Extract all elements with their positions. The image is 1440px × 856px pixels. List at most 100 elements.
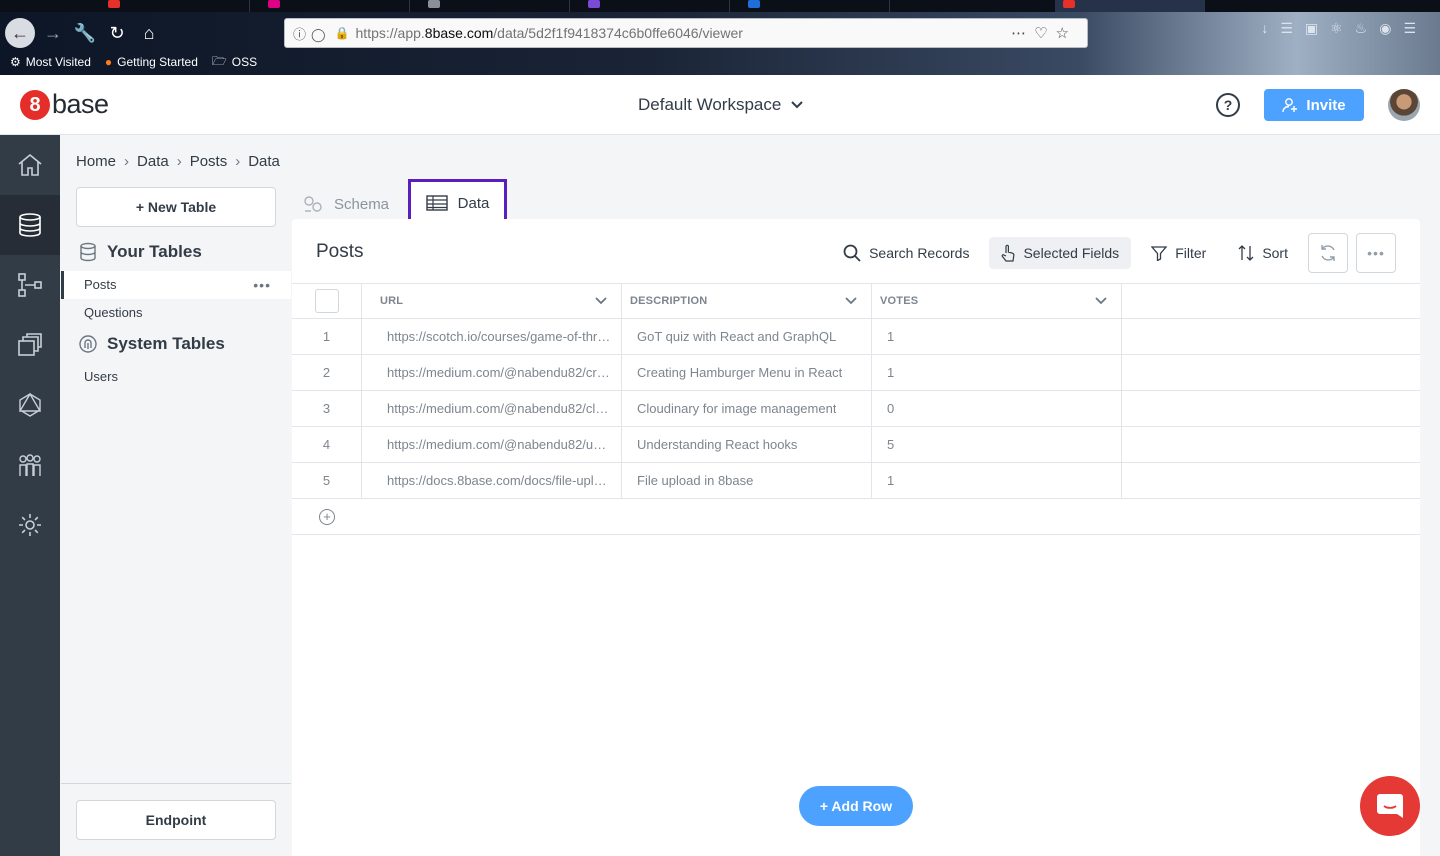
description-cell[interactable]: Cloudinary for image management	[622, 391, 872, 426]
help-button[interactable]: ?	[1216, 93, 1240, 117]
more-actions-button[interactable]: •••	[1356, 233, 1396, 273]
page-actions-icon[interactable]: ⋯♡☆	[1011, 24, 1077, 42]
inline-add-row[interactable]: +	[292, 499, 1420, 535]
browser-toolbar-icons[interactable]: ↓☰▣⚛♨◉☰	[1261, 20, 1428, 37]
column-header-url[interactable]: URL	[362, 284, 622, 318]
select-all-cell	[292, 284, 362, 318]
sort-button[interactable]: Sort	[1226, 237, 1300, 269]
rail-data[interactable]	[0, 195, 60, 255]
table-icon	[425, 195, 448, 211]
row-number: 4	[292, 427, 362, 462]
url-text: https://app.8base.com/data/5d2f1f9418374…	[355, 25, 743, 41]
table-row[interactable]: 1 https://scotch.io/courses/game-of-thro…	[292, 319, 1420, 355]
empty-cell	[1122, 391, 1420, 426]
row-number: 3	[292, 391, 362, 426]
table-row[interactable]: 3 https://medium.com/@nabendu82/cloudina…	[292, 391, 1420, 427]
votes-cell[interactable]: 5	[872, 427, 1122, 462]
table-row[interactable]: 5 https://docs.8base.com/docs/file-uploa…	[292, 463, 1420, 499]
bookmark-oss[interactable]: 🗁 OSS	[212, 52, 257, 73]
table-row[interactable]: 2 https://medium.com/@nabendu82/creating…	[292, 355, 1420, 391]
empty-cell	[1122, 427, 1420, 462]
invite-button[interactable]: Invite	[1264, 89, 1364, 121]
home-button[interactable]: ⌂	[134, 18, 164, 48]
plus-circle-icon[interactable]: +	[319, 508, 335, 525]
row-number: 2	[292, 355, 362, 390]
tables-panel: + New Table Your Tables Posts ••• Questi…	[61, 180, 291, 856]
chevron-right-icon: ›	[176, 153, 182, 170]
votes-cell[interactable]: 1	[872, 355, 1122, 390]
new-table-button[interactable]: + New Table	[76, 187, 276, 227]
table-item-questions[interactable]: Questions	[61, 299, 291, 327]
bookmarks-bar: ⚙ Most Visited ● Getting Started 🗁 OSS	[10, 53, 257, 71]
refresh-button[interactable]	[1308, 233, 1348, 273]
breadcrumb-posts[interactable]: Posts	[190, 153, 228, 170]
browser-tabstrip	[0, 0, 1440, 12]
votes-cell[interactable]: 0	[872, 391, 1122, 426]
chat-launcher-button[interactable]	[1360, 776, 1420, 836]
url-bar[interactable]: ⓘ◯ 🔒 https://app.8base.com/data/5d2f1f94…	[284, 18, 1088, 48]
description-cell[interactable]: GoT quiz with React and GraphQL	[622, 319, 872, 354]
browser-tab[interactable]	[100, 0, 250, 12]
rail-environments[interactable]	[0, 315, 60, 375]
select-all-checkbox[interactable]	[314, 289, 339, 313]
wrench-icon[interactable]: 🔧	[70, 18, 100, 48]
bookmark-getting-started[interactable]: ● Getting Started	[105, 55, 198, 69]
firefox-icon: ●	[104, 55, 113, 69]
browser-tab-active[interactable]	[1055, 0, 1205, 12]
empty-cell	[1122, 319, 1420, 354]
chevron-down-icon[interactable]	[1095, 297, 1107, 305]
column-header-description[interactable]: DESCRIPTION	[622, 284, 872, 318]
stack-icon	[18, 333, 42, 356]
bookmark-most-visited[interactable]: ⚙ Most Visited	[10, 55, 91, 69]
chevron-down-icon[interactable]	[845, 297, 857, 305]
refresh-icon	[1321, 245, 1335, 261]
table-item-users[interactable]: Users	[61, 363, 291, 391]
url-cell[interactable]: https://scotch.io/courses/game-of-throne…	[362, 319, 622, 354]
chevron-down-icon[interactable]	[595, 297, 607, 305]
votes-cell[interactable]: 1	[872, 463, 1122, 498]
rail-team[interactable]	[0, 435, 60, 495]
description-cell[interactable]: Creating Hamburger Menu in React	[622, 355, 872, 390]
breadcrumb-home[interactable]: Home	[76, 153, 116, 170]
back-button[interactable]: ←	[5, 18, 35, 48]
browser-tab[interactable]	[740, 0, 890, 12]
browser-tab[interactable]	[580, 0, 730, 12]
browser-tab[interactable]	[420, 0, 570, 12]
forward-button[interactable]: →	[38, 18, 68, 48]
fingerprint-icon	[79, 335, 97, 353]
rail-graphql[interactable]	[0, 375, 60, 435]
avatar[interactable]	[1388, 89, 1420, 121]
empty-header-cell	[1122, 284, 1420, 318]
selected-fields-button[interactable]: Selected Fields	[989, 237, 1132, 269]
table-row[interactable]: 4 https://medium.com/@nabendu82/understa…	[292, 427, 1420, 463]
workspace-selector[interactable]: Default Workspace	[638, 95, 804, 115]
browser-tab[interactable]	[260, 0, 410, 12]
site-info-icon[interactable]: ⓘ◯	[293, 24, 331, 43]
function-icon	[18, 273, 42, 297]
rail-home[interactable]	[0, 135, 60, 195]
home-icon	[18, 153, 42, 176]
votes-cell[interactable]: 1	[872, 319, 1122, 354]
rail-settings[interactable]	[0, 495, 60, 555]
breadcrumb-data[interactable]: Data	[137, 153, 169, 170]
reload-button[interactable]: ↻	[102, 18, 132, 48]
description-cell[interactable]: Understanding React hooks	[622, 427, 872, 462]
url-cell[interactable]: https://docs.8base.com/docs/file-upload	[362, 463, 622, 498]
tab-schema[interactable]: Schema	[302, 190, 389, 218]
description-cell[interactable]: File upload in 8base	[622, 463, 872, 498]
endpoint-button[interactable]: Endpoint	[76, 800, 276, 840]
search-records-button[interactable]: Search Records	[831, 237, 981, 269]
table-item-posts[interactable]: Posts •••	[61, 271, 291, 299]
chevron-right-icon: ›	[124, 153, 130, 170]
url-cell[interactable]: https://medium.com/@nabendu82/understand…	[362, 427, 622, 462]
more-icon[interactable]: •••	[253, 271, 271, 299]
rail-logic[interactable]	[0, 255, 60, 315]
nav-rail	[0, 135, 60, 856]
add-row-button[interactable]: + Add Row	[799, 786, 913, 826]
filter-button[interactable]: Filter	[1139, 237, 1218, 269]
url-cell[interactable]: https://medium.com/@nabendu82/cloudinary…	[362, 391, 622, 426]
url-cell[interactable]: https://medium.com/@nabendu82/creating-h…	[362, 355, 622, 390]
column-header-votes[interactable]: VOTES	[872, 284, 1122, 318]
breadcrumb-current: Data	[248, 153, 280, 170]
logo[interactable]: 8 base	[20, 89, 109, 120]
